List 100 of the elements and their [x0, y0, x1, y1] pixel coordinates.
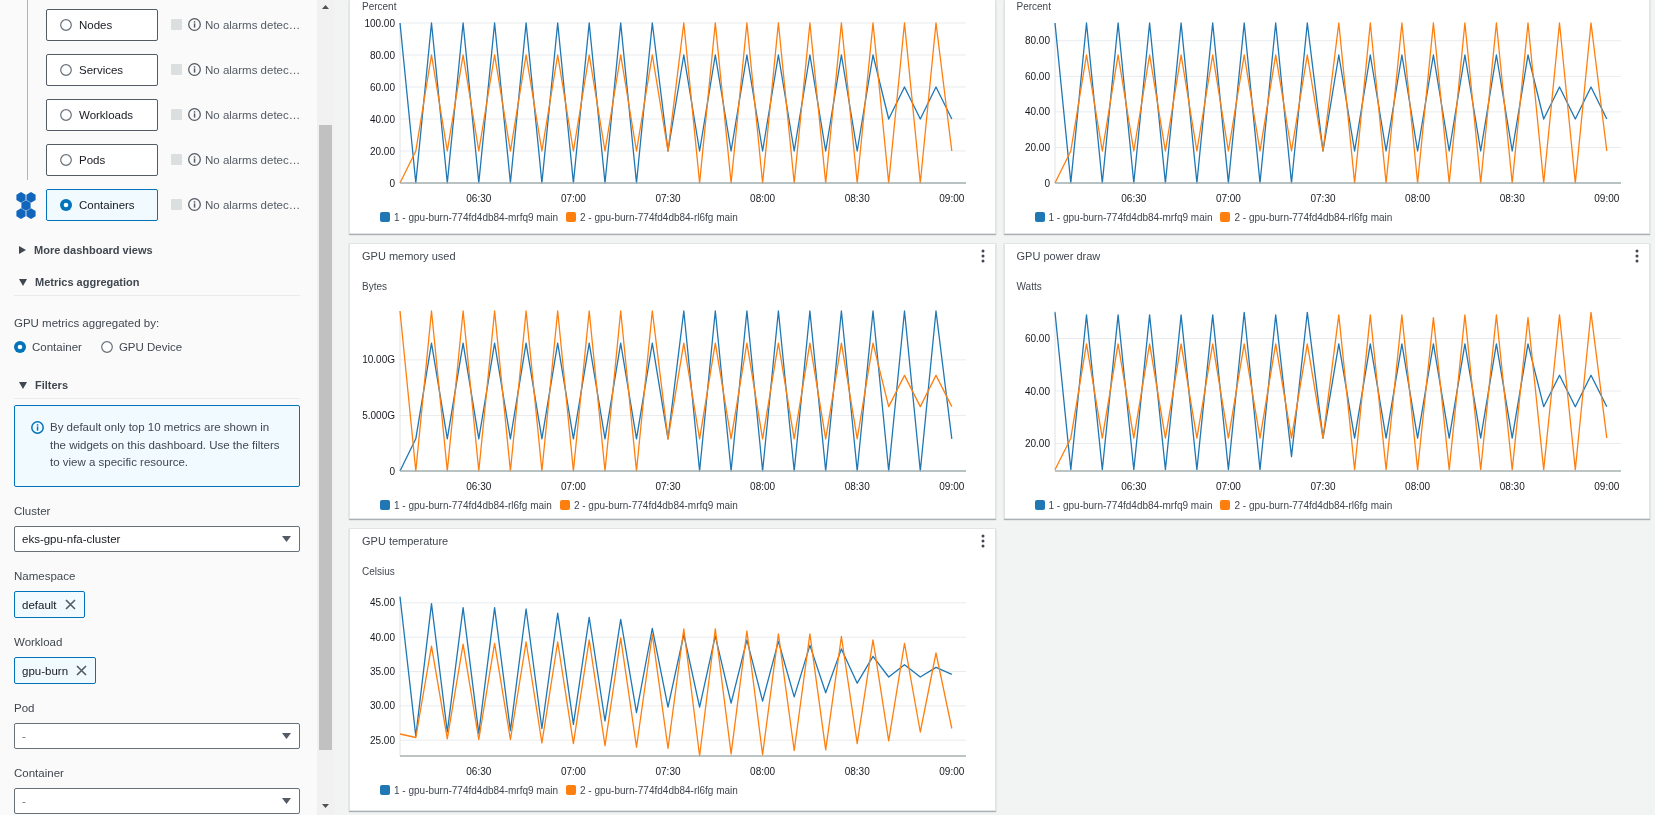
widget-title: GPU power draw [1016, 250, 1101, 262]
more-options-icon[interactable] [1635, 249, 1639, 263]
x-tick-label: 08:00 [750, 481, 776, 492]
legend-label: 1 - gpu-burn-774fd4db84-mrfq9 main [394, 211, 558, 223]
x-tick-label: 06:30 [466, 481, 492, 492]
radio-option[interactable]: Container [14, 341, 82, 353]
y-tick-label: 60.00 [369, 81, 395, 93]
token-label: default [22, 598, 57, 611]
y-tick-label: 0 [1043, 177, 1050, 189]
y-tick-label: 45.00 [369, 597, 395, 609]
section-toggle[interactable]: Filters [14, 375, 68, 395]
radio-icon [60, 109, 72, 121]
x-tick-label: 07:30 [1310, 193, 1336, 204]
legend-label: 1 - gpu-burn-774fd4db84-mrfq9 main [394, 784, 558, 796]
y-tick-label: 10.00G [362, 354, 395, 366]
legend-label: 1 - gpu-burn-774fd4db84-rl6fg main [394, 499, 552, 511]
hexagon-cluster-icon [16, 192, 36, 219]
legend-label: 2 - gpu-burn-774fd4db84-rl6fg main [1234, 211, 1393, 223]
scroll-down-icon[interactable] [322, 804, 329, 808]
y-axis-title: Celsius [361, 565, 395, 579]
alarm-status: No alarms detec… [205, 63, 301, 78]
radio-icon [60, 154, 72, 166]
y-tick-label: 60.00 [1024, 333, 1050, 345]
info-icon [188, 63, 201, 76]
radio-option[interactable]: GPU Device [100, 341, 183, 353]
alarm-status: No alarms detec… [205, 18, 301, 33]
select-field[interactable]: eks-gpu-nfa-cluster [14, 526, 300, 552]
x-tick-label: 09:00 [939, 481, 965, 492]
alarm-status: No alarms detec… [205, 198, 301, 213]
field-label: Pod [14, 701, 35, 716]
y-tick-label: 5.000G [362, 409, 395, 421]
legend-label: 1 - gpu-burn-774fd4db84-mrfq9 main [1048, 499, 1213, 511]
x-tick-label: 07:00 [560, 766, 586, 777]
x-tick-label: 08:00 [750, 766, 776, 777]
y-axis-title: Percent [361, 0, 397, 14]
y-axis-title: Watts [1015, 280, 1042, 294]
radio-icon [60, 64, 72, 76]
y-tick-label: 0 [389, 177, 395, 189]
widget-title: GPU temperature [362, 535, 449, 547]
section-toggle[interactable]: Metrics aggregation [14, 272, 140, 292]
y-tick-label: 20.00 [369, 145, 395, 157]
scrollbar-thumb[interactable] [319, 125, 332, 750]
y-tick-label: 40.00 [1024, 106, 1050, 118]
caret-down-icon [19, 278, 27, 286]
x-tick-label: 07:30 [655, 481, 681, 492]
select-field[interactable]: - [14, 723, 300, 749]
y-tick-label: 0 [389, 465, 395, 477]
x-tick-label: 07:30 [655, 766, 681, 777]
view-option-button[interactable]: Services [46, 54, 158, 86]
info-icon [31, 421, 44, 434]
y-tick-label: 20.00 [1024, 437, 1050, 449]
token-label: gpu-burn [22, 664, 69, 677]
radio-icon [60, 19, 72, 31]
legend-label: 1 - gpu-burn-774fd4db84-mrfq9 main [1048, 211, 1213, 223]
info-icon [188, 198, 201, 211]
legend-label: 2 - gpu-burn-774fd4db84-rl6fg main [580, 784, 738, 796]
x-tick-label: 08:30 [1499, 193, 1525, 204]
caret-right-icon [19, 246, 26, 254]
y-axis-title: Bytes [361, 280, 387, 294]
x-tick-label: 08:30 [844, 193, 870, 204]
widget-title: GPU memory used [362, 250, 456, 262]
x-tick-label: 09:00 [939, 193, 965, 204]
caret-down-icon [19, 381, 27, 389]
x-tick-label: 07:00 [1215, 481, 1241, 492]
info-icon [188, 108, 201, 121]
scrollbar[interactable] [317, 0, 334, 815]
y-tick-label: 30.00 [369, 700, 395, 712]
caret-down-icon [282, 536, 291, 542]
view-option-button[interactable]: Workloads [46, 99, 158, 131]
section-toggle[interactable]: More dashboard views [14, 240, 153, 260]
view-option-button[interactable]: Nodes [46, 9, 158, 41]
legend-label: 2 - gpu-burn-774fd4db84-mrfq9 main [573, 499, 738, 511]
view-option-button[interactable]: Containers [46, 189, 158, 221]
x-tick-label: 09:00 [939, 766, 965, 777]
legend-label: 2 - gpu-burn-774fd4db84-rl6fg main [1234, 499, 1393, 511]
x-tick-label: 07:00 [560, 193, 586, 204]
x-tick-label: 08:00 [1404, 481, 1430, 492]
info-icon [188, 18, 201, 31]
close-icon[interactable] [64, 599, 76, 610]
y-tick-label: 20.00 [1024, 141, 1050, 153]
x-tick-label: 06:30 [1120, 481, 1146, 492]
line-series [399, 628, 953, 757]
select-field[interactable]: - [14, 788, 300, 814]
close-icon[interactable] [76, 665, 88, 676]
more-options-icon[interactable] [980, 249, 985, 263]
x-tick-label: 08:00 [750, 193, 776, 204]
x-tick-label: 06:30 [1120, 193, 1146, 204]
scroll-up-icon[interactable] [322, 5, 329, 9]
field-label: Cluster [14, 504, 51, 519]
y-tick-label: 25.00 [369, 734, 395, 746]
y-tick-label: 40.00 [369, 113, 395, 125]
y-tick-label: 40.00 [1024, 385, 1050, 397]
more-options-icon[interactable] [980, 534, 985, 548]
x-tick-label: 08:30 [844, 766, 870, 777]
view-option-button[interactable]: Pods [46, 144, 158, 176]
y-tick-label: 80.00 [369, 49, 395, 61]
y-tick-label: 80.00 [1024, 35, 1050, 47]
radio-icon [60, 199, 72, 211]
caret-down-icon [282, 798, 291, 804]
x-tick-label: 07:00 [560, 481, 586, 492]
